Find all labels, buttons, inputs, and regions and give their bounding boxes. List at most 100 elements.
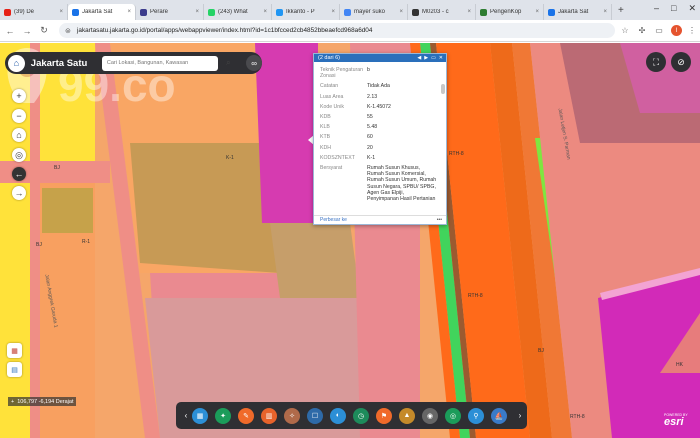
zoom-out-icon[interactable]: −: [12, 109, 26, 123]
more-icon[interactable]: •••: [437, 217, 442, 223]
tab-close-icon[interactable]: ×: [535, 9, 539, 15]
search-box[interactable]: [101, 55, 219, 71]
browser-tab[interactable]: (243) What ×: [204, 4, 272, 20]
minimize-icon[interactable]: –: [654, 3, 659, 14]
tab-label: (243) What: [218, 9, 248, 15]
analysis-tool-icon[interactable]: ▲: [399, 407, 415, 424]
basemap-tool-icon[interactable]: ▦: [192, 407, 208, 424]
tab-favicon-icon: [480, 8, 487, 16]
back-arrow-icon[interactable]: ←: [12, 167, 26, 181]
tab-close-icon[interactable]: ×: [467, 9, 471, 15]
home-icon[interactable]: ⌂: [12, 128, 26, 142]
layer-list-icon[interactable]: ▤: [7, 362, 22, 377]
tab-close-icon[interactable]: ×: [59, 9, 63, 15]
attribute-value: K-1.45072: [367, 103, 391, 110]
search-input[interactable]: [106, 60, 203, 66]
attribute-key: Catatan: [320, 83, 339, 90]
browser-tab[interactable]: M0203 - c ×: [408, 4, 476, 20]
attribute-row: KTB 60: [320, 134, 442, 140]
print-tool-icon[interactable]: ✧: [284, 407, 300, 424]
filter-tool-icon[interactable]: ◎: [445, 407, 461, 424]
visibility-off-icon[interactable]: ⊘: [671, 52, 691, 72]
tab-close-icon[interactable]: ×: [399, 9, 403, 15]
extensions-icon[interactable]: ✣: [635, 26, 649, 35]
browser-tab[interactable]: Jakarta Sat ×: [544, 4, 612, 20]
draw-tool-icon[interactable]: ✎: [238, 407, 254, 424]
layers-tool-icon[interactable]: ✦: [215, 407, 231, 424]
attribute-key: Bersyarat: [320, 165, 343, 172]
reload-icon[interactable]: ↻: [37, 25, 51, 36]
tab-label: M0203 - c: [422, 9, 449, 15]
bookmark-tool-icon[interactable]: ⚑: [376, 407, 392, 424]
attribute-row: Kode Unik K-1.45072: [320, 104, 442, 110]
popup-scrollbar[interactable]: [441, 84, 445, 94]
menu-icon[interactable]: ⋮: [685, 26, 699, 35]
scene-tool-icon[interactable]: ⛵: [491, 407, 507, 424]
attribute-row: Luas Area 2.13: [320, 94, 442, 100]
zone-label: RTH-8: [468, 293, 483, 299]
zoom-to-link[interactable]: Perbesar ke: [320, 217, 347, 223]
browser-tab[interactable]: Jakarta Sat ×: [68, 4, 136, 20]
share-tool-icon[interactable]: ◐: [330, 407, 346, 424]
prev-icon[interactable]: ◀: [417, 55, 421, 61]
esri-brand-text: esri: [664, 416, 684, 428]
tab-close-icon[interactable]: ×: [331, 9, 335, 15]
search-icon[interactable]: ⌕: [220, 56, 236, 71]
back-icon[interactable]: ←: [3, 26, 17, 36]
measure-tool-icon[interactable]: ▥: [261, 407, 277, 424]
legend-icon[interactable]: ▦: [7, 343, 22, 358]
attribute-value: Rumah Susun Khusus, Rumah Susun Komersia…: [367, 165, 437, 203]
tab-favicon-icon: [4, 8, 11, 16]
browser-tab[interactable]: PengenKop ×: [476, 4, 544, 20]
sidebar-icon[interactable]: ▭: [652, 26, 666, 35]
time-tool-icon[interactable]: ⚲: [468, 407, 484, 424]
tab-label: Perare: [150, 9, 169, 15]
compass-tool-icon[interactable]: ◷: [353, 407, 369, 424]
jakarta-logo-icon: ⌂: [8, 54, 25, 72]
chevron-left-icon[interactable]: ‹: [180, 411, 192, 420]
browser-tab[interactable]: (39) De ×: [0, 4, 68, 20]
chevron-right-icon[interactable]: ›: [514, 411, 526, 420]
tab-close-icon[interactable]: ×: [603, 9, 607, 15]
tab-favicon-icon: [208, 8, 215, 16]
browser-tab-bar: (39) De × Jakarta Sat × Perare × (243) What × Ik…: [0, 0, 700, 20]
tab-label: mayer suko: [354, 9, 386, 15]
fullscreen-icon[interactable]: ⛶: [646, 52, 666, 72]
maximize-icon[interactable]: □: [671, 3, 676, 14]
coordinate-readout: + 106,797 -6,194 Derajat: [8, 397, 77, 406]
attribute-value: 60: [367, 134, 373, 141]
next-icon[interactable]: ▶: [424, 55, 428, 61]
coordinate-toggle-icon[interactable]: +: [11, 399, 14, 405]
attribute-value: K-1: [367, 154, 376, 161]
url-field[interactable]: ⊜ jakartasatu.jakarta.go.id/portal/apps/…: [59, 23, 615, 38]
browser-tab[interactable]: Ikkanto - P ×: [272, 4, 340, 20]
link-icon[interactable]: ∞: [246, 55, 262, 71]
zoom-in-icon[interactable]: +: [12, 89, 26, 103]
zone-label: K-1: [226, 155, 234, 161]
forward-arrow-icon[interactable]: →: [12, 186, 26, 200]
tab-label: Ikkanto - P: [286, 9, 315, 15]
widget-toolbar: ‹ ▦ ✦ ✎ ▥ ✧ ☐ ◐ ◷ ⚑ ▲ ◉ ◎ ⚲ ⛵ ›: [176, 402, 527, 429]
tool-list: ▦ ✦ ✎ ▥ ✧ ☐ ◐ ◷ ⚑ ▲ ◉ ◎ ⚲ ⛵: [192, 407, 514, 424]
profile-avatar[interactable]: I: [671, 25, 682, 36]
locate-icon[interactable]: ◎: [12, 148, 26, 162]
dock-icon[interactable]: ▭: [431, 55, 436, 61]
close-icon[interactable]: ✕: [439, 55, 443, 61]
tab-favicon-icon: [276, 8, 283, 16]
forward-icon[interactable]: →: [20, 26, 34, 36]
tab-close-icon[interactable]: ×: [195, 9, 199, 15]
site-info-icon[interactable]: ⊜: [65, 27, 73, 35]
location-tool-icon[interactable]: ☐: [307, 407, 323, 424]
attribute-row: KDB 55: [320, 114, 442, 120]
attribute-row: KLB 5.48: [320, 124, 442, 130]
tab-close-icon[interactable]: ×: [127, 9, 131, 15]
tab-close-icon[interactable]: ×: [263, 9, 267, 15]
bookmark-star-icon[interactable]: ☆: [618, 26, 632, 35]
browser-tab[interactable]: Perare ×: [136, 4, 204, 20]
table-tool-icon[interactable]: ◉: [422, 407, 438, 424]
attribute-row: KODSZNTEXT K-1: [320, 155, 442, 161]
new-tab-button[interactable]: +: [618, 5, 624, 16]
close-window-icon[interactable]: ✕: [688, 3, 696, 14]
feature-popup: (2 dari 6) ◀ ▶ ▭ ✕ Teknik Pengaturan Zon…: [313, 53, 447, 225]
browser-tab[interactable]: mayer suko ×: [340, 4, 408, 20]
